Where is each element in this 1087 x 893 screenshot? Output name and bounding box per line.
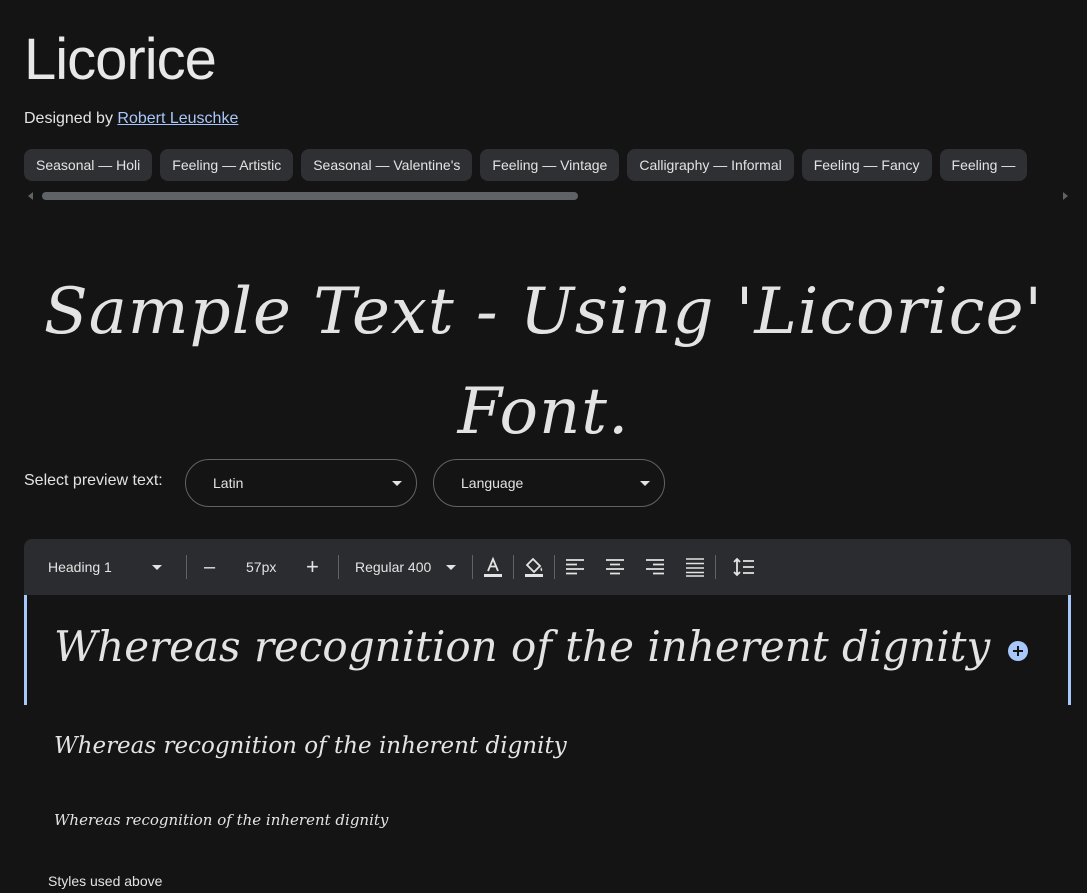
tag-chip[interactable]: Seasonal — Valentine's — [301, 149, 473, 181]
align-justify-icon[interactable] — [683, 555, 707, 579]
font-size-value[interactable]: 57px — [246, 539, 276, 595]
toolbar-divider — [338, 555, 339, 579]
align-center-icon[interactable] — [603, 555, 627, 579]
tag-list-fade — [1027, 149, 1087, 181]
designer-link[interactable]: Robert Leuschke — [117, 110, 238, 127]
font-title: Licorice — [24, 27, 217, 92]
toolbar-divider — [554, 555, 555, 579]
script-select[interactable]: Latin — [185, 459, 417, 507]
scroll-right-icon[interactable] — [1063, 192, 1068, 200]
preview-text-heading-3[interactable]: Whereas recognition of the inherent dign… — [54, 806, 388, 834]
tag-scrollbar[interactable] — [24, 190, 1072, 202]
toolbar-divider — [472, 555, 473, 579]
toolbar-divider — [186, 555, 187, 579]
dropdown-caret-icon — [392, 481, 402, 486]
decrease-size-button[interactable]: – — [204, 539, 215, 595]
weight-dropdown-caret-icon[interactable] — [446, 565, 456, 570]
dropdown-caret-icon — [640, 481, 650, 486]
styles-used-heading: Styles used above — [48, 873, 163, 889]
script-select-value: Latin — [213, 475, 244, 491]
tag-chip[interactable]: Calligraphy — Informal — [627, 149, 794, 181]
add-style-icon[interactable] — [1008, 641, 1028, 661]
align-left-icon[interactable] — [563, 555, 587, 579]
tag-chip[interactable]: Feeling — Vintage — [480, 149, 620, 181]
language-select[interactable]: Language — [433, 459, 665, 507]
tag-chip-list: Seasonal — Holi Feeling — Artistic Seasona… — [24, 149, 1087, 181]
font-weight-select[interactable]: Regular 400 — [355, 539, 431, 595]
increase-size-button[interactable]: + — [306, 539, 319, 595]
scroll-left-icon[interactable] — [28, 192, 33, 200]
preview-text-heading-1[interactable]: Whereas recognition of the inherent dign… — [54, 612, 990, 682]
text-style-select[interactable]: Heading 1 — [48, 539, 112, 595]
tag-chip[interactable]: Feeling — Fancy — [801, 149, 932, 181]
style-dropdown-caret-icon[interactable] — [152, 565, 162, 570]
tag-chip[interactable]: Seasonal — Holi — [24, 149, 153, 181]
tag-chip[interactable]: Feeling — — [939, 149, 1028, 181]
designed-by-label: Designed by — [24, 110, 118, 127]
scrollbar-thumb[interactable] — [42, 192, 578, 200]
text-color-icon[interactable] — [481, 555, 505, 579]
language-select-value: Language — [461, 475, 524, 491]
toolbar-divider — [715, 555, 716, 579]
sample-text: Sample Text - Using 'Licorice' Font. — [43, 275, 1044, 449]
toolbar-divider — [513, 555, 514, 579]
designer-line: Designed by Robert Leuschke — [24, 110, 238, 128]
font-weight-value: Regular 400 — [355, 559, 432, 575]
align-right-icon[interactable] — [643, 555, 667, 579]
text-style-value: Heading 1 — [48, 559, 112, 575]
preview-text-heading-2[interactable]: Whereas recognition of the inherent dign… — [54, 728, 567, 764]
preview-toolbar: Heading 1 – 57px + Regular 400 — [24, 539, 1071, 595]
line-height-icon[interactable] — [732, 555, 756, 579]
preview-select-label: Select preview text: — [24, 472, 163, 489]
font-specimen-page: Licorice Designed by Robert Leuschke Sea… — [0, 0, 1087, 893]
background-color-icon[interactable] — [522, 555, 546, 579]
tag-chip[interactable]: Feeling — Artistic — [160, 149, 294, 181]
